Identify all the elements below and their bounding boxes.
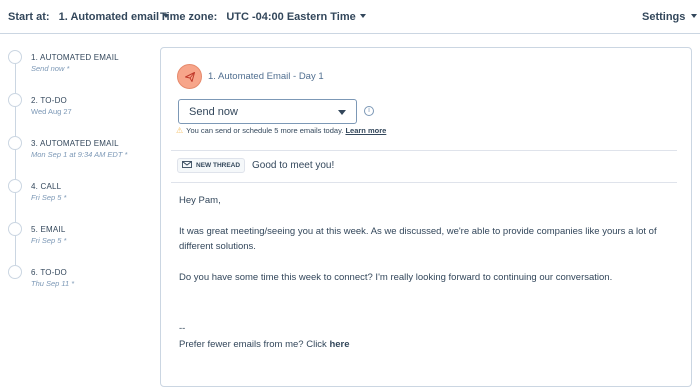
email-unsubscribe: Prefer fewer emails from me? Click here bbox=[179, 337, 679, 352]
envelope-icon bbox=[182, 160, 192, 168]
start-at-value: 1. Automated email bbox=[58, 11, 160, 23]
send-option-select[interactable]: Send now bbox=[178, 99, 357, 124]
email-signoff: -- bbox=[179, 323, 186, 334]
divider bbox=[171, 150, 677, 151]
step-title: 1. AUTOMATED EMAIL bbox=[31, 53, 119, 62]
start-at-label: Start at: bbox=[8, 11, 50, 23]
chevron-down-icon bbox=[691, 14, 698, 19]
step-circle bbox=[8, 222, 22, 236]
step-subtitle: Send now * bbox=[31, 64, 70, 73]
step-circle bbox=[8, 265, 22, 279]
step-title: 4. CALL bbox=[31, 182, 62, 191]
start-at: Start at: 1. Automated email bbox=[8, 10, 170, 24]
step-title: 5. EMAIL bbox=[31, 225, 66, 234]
step-title: 3. AUTOMATED EMAIL bbox=[31, 139, 119, 148]
chevron-down-icon bbox=[359, 14, 366, 19]
step-circle bbox=[8, 179, 22, 193]
step-subtitle: Fri Sep 5 * bbox=[31, 193, 67, 202]
email-step-card bbox=[160, 47, 692, 387]
email-paragraph: It was great meeting/seeing you at this … bbox=[179, 226, 657, 252]
step-subtitle: Thu Sep 11 * bbox=[31, 279, 75, 288]
divider bbox=[171, 182, 677, 183]
email-greeting: Hey Pam, bbox=[179, 195, 221, 206]
step-title: 6. TO-DO bbox=[31, 268, 67, 277]
timezone-label: Time zone: bbox=[160, 11, 218, 23]
top-bar: Start at: 1. Automated email Time zone: … bbox=[0, 0, 700, 34]
email-subject[interactable]: Good to meet you! bbox=[252, 160, 334, 171]
learn-more-link[interactable]: Learn more bbox=[345, 126, 386, 135]
warning-text: You can send or schedule 5 more emails t… bbox=[186, 126, 344, 135]
step-subtitle: Fri Sep 5 * bbox=[31, 236, 67, 245]
step-subtitle: Mon Sep 1 at 9:34 AM EDT * bbox=[31, 150, 128, 159]
timezone-value: UTC -04:00 Eastern Time bbox=[226, 11, 356, 23]
timeline-line bbox=[15, 58, 16, 273]
new-thread-label: NEW THREAD bbox=[196, 162, 241, 169]
send-limit-warning: ⚠ You can send or schedule 5 more emails … bbox=[176, 126, 386, 135]
new-thread-badge: NEW THREAD bbox=[177, 158, 246, 173]
start-at-dropdown[interactable]: 1. Automated email bbox=[58, 11, 170, 23]
settings-dropdown[interactable]: Settings bbox=[642, 10, 698, 24]
warning-icon: ⚠ bbox=[176, 126, 184, 135]
settings-label: Settings bbox=[642, 11, 686, 23]
timezone-dropdown[interactable]: UTC -04:00 Eastern Time bbox=[226, 11, 366, 23]
step-circle bbox=[8, 93, 22, 107]
unsubscribe-link[interactable]: here bbox=[329, 339, 349, 350]
send-option-value: Send now bbox=[189, 106, 238, 118]
info-icon[interactable]: i bbox=[364, 106, 374, 116]
paper-plane-icon bbox=[177, 64, 202, 89]
step-title: 2. TO-DO bbox=[31, 96, 67, 105]
unsubscribe-text: Prefer fewer emails from me? Click bbox=[179, 339, 327, 350]
timezone: Time zone: UTC -04:00 Eastern Time bbox=[160, 10, 366, 24]
step-subtitle: Wed Aug 27 bbox=[31, 107, 72, 116]
step-circle bbox=[8, 136, 22, 150]
step-card-title: 1. Automated Email - Day 1 bbox=[208, 71, 324, 82]
steps-sidebar bbox=[0, 35, 152, 372]
step-circle bbox=[8, 50, 22, 64]
email-paragraph: Do you have some time this week to conne… bbox=[179, 272, 613, 283]
chevron-down-icon bbox=[338, 110, 346, 115]
